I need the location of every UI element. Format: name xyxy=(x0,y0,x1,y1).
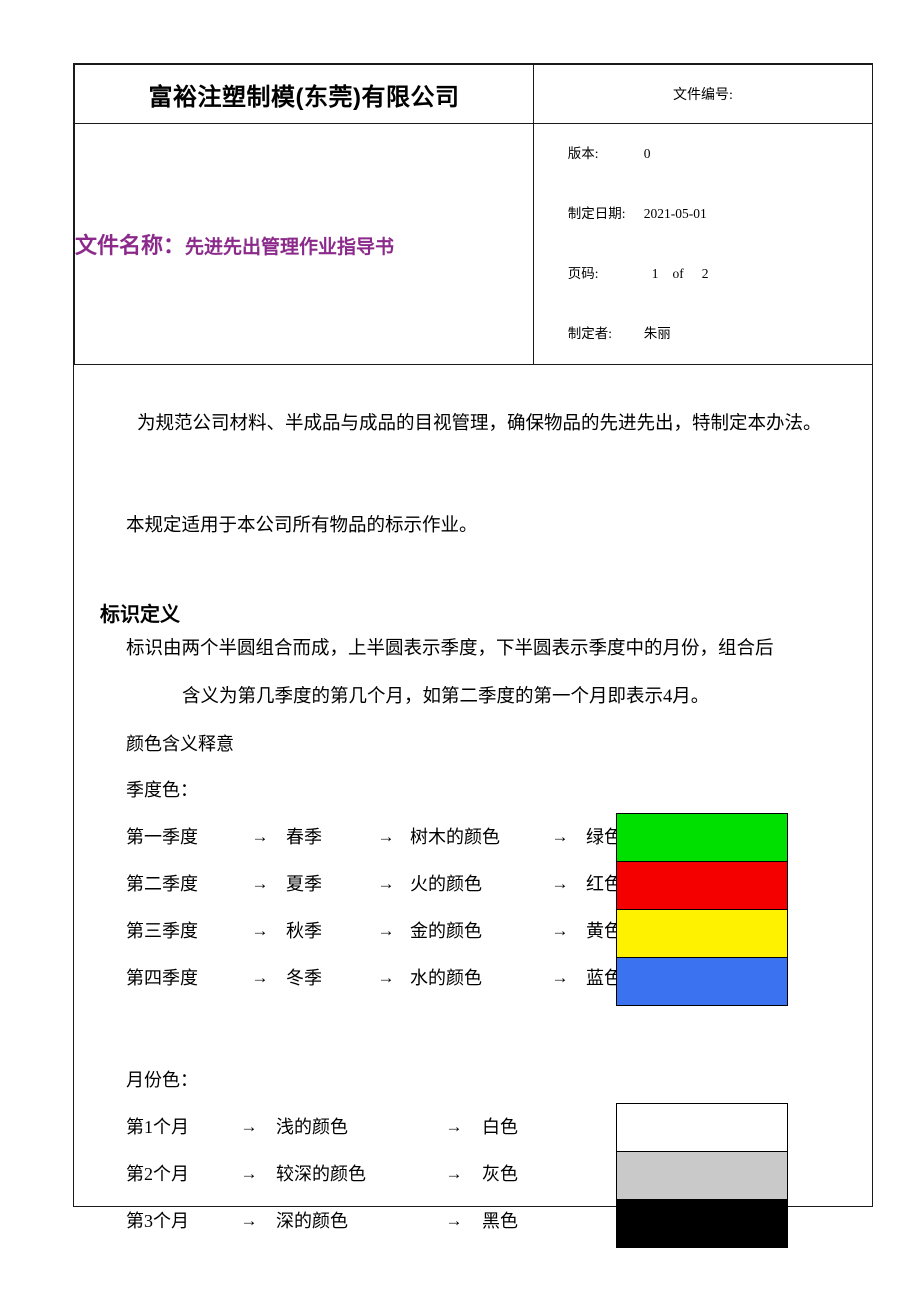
arrow-icon: → xyxy=(251,921,269,940)
season-label: 夏季 xyxy=(286,873,322,894)
meta-page-row: 页码: 1 of 2 xyxy=(534,244,872,304)
company-name-cell: 富裕注塑制模(东莞)有限公司 xyxy=(74,64,534,124)
purpose-paragraph: 为规范公司材料、半成品与成品的目视管理，确保物品的先进先出，特制定本办法。 xyxy=(137,414,822,434)
symbol-label: 水的颜色 xyxy=(410,967,482,988)
quarter-swatch-column xyxy=(616,813,788,1006)
shade-label: 深的颜色 xyxy=(276,1210,348,1231)
arrow-icon: → xyxy=(551,968,569,987)
month-label: 第2个月 xyxy=(126,1163,189,1184)
arrow-icon: → xyxy=(240,1117,258,1136)
spacer-after-scope xyxy=(100,541,846,605)
color-swatch-q1 xyxy=(617,814,787,862)
meta-author-value: 朱丽 xyxy=(643,326,671,341)
document-page: 富裕注塑制模(东莞)有限公司 文件编号: 文件名称：先进先出管理作业指导书 版本… xyxy=(73,63,873,1248)
meta-author-row: 制定者: 朱丽 xyxy=(534,304,872,364)
quarter-label: 第一季度 xyxy=(126,826,198,847)
arrow-icon: → xyxy=(251,874,269,893)
arrow-icon: → xyxy=(551,874,569,893)
symbol-label: 火的颜色 xyxy=(410,873,482,894)
meta-date-label: 制定日期: xyxy=(567,206,626,221)
arrow-icon: → xyxy=(445,1164,463,1183)
symbol-label: 树木的颜色 xyxy=(410,826,500,847)
definition-line-2: 含义为第几季度的第几个月，如第二季度的第一个月即表示4月。 xyxy=(182,687,710,707)
scope-paragraph: 本规定适用于本公司所有物品的标示作业。 xyxy=(126,516,478,536)
meta-version-label: 版本: xyxy=(567,146,599,161)
meta-page-of: of xyxy=(672,266,684,281)
color-swatch-q2 xyxy=(617,862,787,910)
doc-number-label: 文件编号: xyxy=(673,88,733,103)
month-label: 第3个月 xyxy=(126,1210,189,1231)
season-label: 秋季 xyxy=(286,920,322,941)
arrow-icon: → xyxy=(240,1164,258,1183)
doc-name-cell: 文件名称：先进先出管理作业指导书 xyxy=(74,123,534,365)
meta-page-total: 2 xyxy=(701,266,709,281)
spacer-between-color-tables xyxy=(100,1001,846,1057)
doc-number-cell: 文件编号: xyxy=(533,64,873,124)
color-name-label: 灰色 xyxy=(482,1163,518,1184)
meta-page-label: 页码: xyxy=(567,266,599,281)
document-body: 为规范公司材料、半成品与成品的目视管理，确保物品的先进先出，特制定本办法。 本规… xyxy=(74,365,872,1248)
color-swatch-q3 xyxy=(617,910,787,958)
arrow-icon: → xyxy=(251,968,269,987)
doc-name-label: 文件名称： xyxy=(75,233,186,258)
season-label: 春季 xyxy=(286,826,322,847)
meta-version-row: 版本: 0 xyxy=(534,124,872,184)
definition-paragraph: 标识由两个半圆组合而成，上半圆表示季度，下半圆表示季度中的月份，组合后 含义为第… xyxy=(100,625,846,721)
arrow-icon: → xyxy=(377,874,395,893)
quarter-label: 第四季度 xyxy=(126,967,198,988)
month-color-block: 第1个月 → 浅的颜色 → 白色 → 第2个月 → 较深的颜色 → 灰色 → 第… xyxy=(100,1103,846,1248)
arrow-icon: → xyxy=(251,827,269,846)
header-row-docname: 文件名称：先进先出管理作业指导书 版本: 0 制定日期: 2021-05-01 页码… xyxy=(74,123,873,365)
arrow-icon: → xyxy=(445,1117,463,1136)
doc-name-value: 先进先出管理作业指导书 xyxy=(185,237,395,258)
month-swatch-column xyxy=(616,1103,788,1248)
month-label: 第1个月 xyxy=(126,1116,189,1137)
color-meaning-heading: 颜色含义释意 xyxy=(126,734,234,754)
season-label: 冬季 xyxy=(286,967,322,988)
quarter-label: 第三季度 xyxy=(126,920,198,941)
section-title-identification: 标识定义 xyxy=(100,604,180,626)
quarter-color-block: 第一季度 → 春季 → 树木的颜色 → 绿色 → 第二季度 → 夏季 → 火的颜… xyxy=(100,813,846,1006)
arrow-icon: → xyxy=(377,921,395,940)
color-swatch-q4 xyxy=(617,958,787,1005)
meta-version-value: 0 xyxy=(643,146,651,161)
color-swatch-m1 xyxy=(617,1104,787,1152)
color-swatch-m3 xyxy=(617,1200,787,1247)
symbol-label: 金的颜色 xyxy=(410,920,482,941)
spacer-after-purpose xyxy=(100,449,846,511)
arrow-icon: → xyxy=(551,921,569,940)
header-row-company: 富裕注塑制模(东莞)有限公司 文件编号: xyxy=(74,64,873,124)
company-name: 富裕注塑制模(东莞)有限公司 xyxy=(148,83,460,111)
shade-label: 较深的颜色 xyxy=(276,1163,366,1184)
arrow-icon: → xyxy=(377,827,395,846)
shade-label: 浅的颜色 xyxy=(276,1116,348,1137)
arrow-icon: → xyxy=(377,968,395,987)
meta-author-label: 制定者: xyxy=(567,326,613,341)
meta-date-value: 2021-05-01 xyxy=(643,206,707,221)
arrow-icon: → xyxy=(445,1211,463,1230)
doc-meta-cell: 版本: 0 制定日期: 2021-05-01 页码: 1 of 2 制定者: 朱丽 xyxy=(533,123,873,365)
color-swatch-m2 xyxy=(617,1152,787,1200)
month-color-heading: 月份色： xyxy=(126,1070,198,1090)
definition-line-1: 标识由两个半圆组合而成，上半圆表示季度，下半圆表示季度中的月份，组合后 xyxy=(126,639,774,659)
quarter-label: 第二季度 xyxy=(126,873,198,894)
color-name-label: 黑色 xyxy=(482,1210,518,1231)
quarter-color-heading: 季度色： xyxy=(126,780,198,800)
document-header-table: 富裕注塑制模(东莞)有限公司 文件编号: 文件名称：先进先出管理作业指导书 版本… xyxy=(74,64,873,365)
arrow-icon: → xyxy=(240,1211,258,1230)
meta-date-row: 制定日期: 2021-05-01 xyxy=(534,184,872,244)
meta-page-value: 1 xyxy=(651,266,659,281)
color-name-label: 白色 xyxy=(482,1116,518,1137)
arrow-icon: → xyxy=(551,827,569,846)
